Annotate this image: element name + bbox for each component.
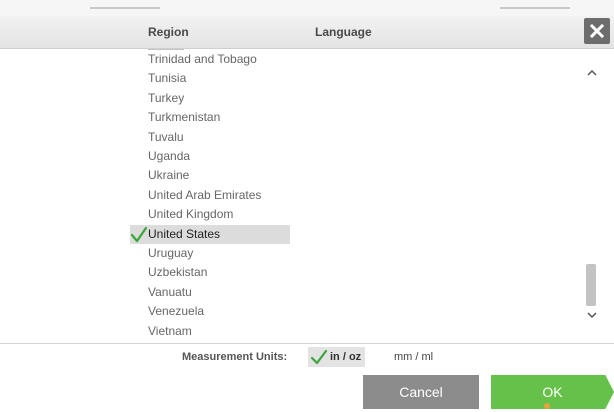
list-item-label: Ukraine <box>148 168 190 183</box>
list-item-label: United Arab Emirates <box>148 187 262 202</box>
close-icon <box>590 24 604 38</box>
language-column-header: Language <box>315 25 372 39</box>
ok-button[interactable]: OK <box>491 375 614 409</box>
list-item-label: United Kingdom <box>148 207 234 222</box>
measurement-units-bar: Measurement Units: in / oz mm / ml <box>0 343 614 373</box>
cancel-button[interactable]: Cancel <box>363 375 479 409</box>
list-item-label: Uganda <box>148 149 191 163</box>
dialog-header: Region Language <box>0 16 614 49</box>
unit-option-imperial[interactable]: in / oz <box>308 347 366 367</box>
list-item-label: Trinidad and Tobago <box>148 52 257 66</box>
list-item-label: United States <box>148 226 221 241</box>
background-text-fragment <box>500 7 570 9</box>
list-item-label: Vanuatu <box>148 284 192 299</box>
region-list[interactable]: ——— Trinidad and TobagoTunisiaTurkeyTurk… <box>0 49 614 343</box>
list-item-label: Uruguay <box>148 246 194 260</box>
unit-option-metric[interactable]: mm / ml <box>394 347 433 367</box>
list-item-selected[interactable]: United States <box>130 224 290 244</box>
ok-indicator-dot <box>544 403 550 409</box>
region-column-header: Region <box>148 25 189 39</box>
list-item-label: Turkmenistan <box>148 110 221 125</box>
close-button[interactable] <box>584 18 610 44</box>
dialog-footer: Cancel OK <box>0 372 614 412</box>
list-item-label: Tunisia <box>148 71 187 86</box>
measurement-units-label: Measurement Units: <box>182 351 288 363</box>
checkmark-icon <box>310 349 328 365</box>
background-window-strip <box>0 0 614 17</box>
chevron-up-icon[interactable] <box>584 67 600 79</box>
list-item-label: Turkey <box>148 90 185 105</box>
unit-option-label: in / oz <box>330 351 362 363</box>
checkmark-icon <box>130 226 148 242</box>
list-item-label: Uzbekistan <box>148 265 208 280</box>
list-item-label: Vietnam <box>148 323 192 338</box>
scrollbar-thumb[interactable] <box>586 264 596 306</box>
list-item-label: Tuvalu <box>148 129 184 144</box>
chevron-down-icon[interactable] <box>584 309 600 321</box>
region-list-scrollbar[interactable] <box>582 49 602 343</box>
background-logo-fragment <box>90 7 160 9</box>
list-item-label: Venezuela <box>148 304 205 319</box>
